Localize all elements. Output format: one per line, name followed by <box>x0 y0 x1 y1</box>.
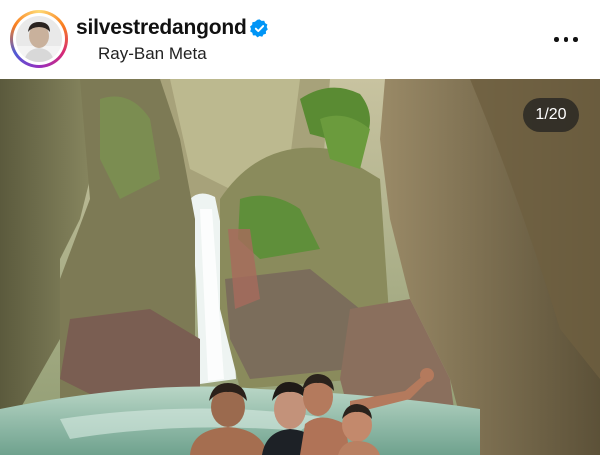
username[interactable]: silvestredangond <box>76 16 247 40</box>
avatar-story-ring[interactable] <box>10 10 68 68</box>
avatar[interactable] <box>16 16 62 62</box>
verified-badge-icon <box>250 19 268 38</box>
post-media[interactable]: 1/20 <box>0 79 600 455</box>
media-counter: 1/20 <box>523 98 579 132</box>
post-header: silvestredangond Ray-Ban Meta <box>0 0 600 79</box>
more-options-icon[interactable] <box>552 27 580 51</box>
post-location[interactable]: Ray-Ban Meta <box>98 44 207 64</box>
waterfall-photo <box>0 79 600 455</box>
